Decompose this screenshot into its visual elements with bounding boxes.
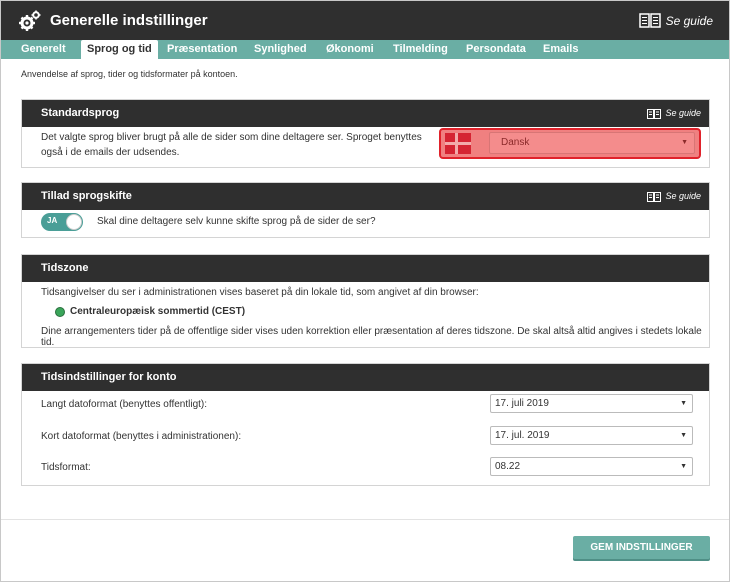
- tab-tilmelding[interactable]: Tilmelding: [393, 40, 448, 59]
- danish-flag-icon: [445, 133, 471, 154]
- standard-language-title: Standardsprog: [41, 107, 120, 119]
- tab-sprog-og-tid[interactable]: Sprog og tid: [81, 40, 158, 59]
- tab-generelt[interactable]: Generelt: [21, 40, 66, 59]
- timezone-status-icon: [55, 307, 65, 317]
- short-date-format-value: 17. jul. 2019: [495, 430, 550, 441]
- short-date-format-select[interactable]: 17. jul. 2019 ▼: [490, 426, 693, 445]
- language-switch-question: Skal dine deltagere selv kunne skifte sp…: [97, 216, 376, 227]
- tab-oekonomi[interactable]: Økonomi: [326, 40, 374, 59]
- time-settings-header: Tidsindstillinger for konto: [22, 364, 709, 391]
- toggle-knob: [66, 214, 82, 230]
- page-title: Generelle indstillinger: [50, 12, 208, 29]
- language-switch-header: Tillad sprogskifte Se guide: [22, 183, 709, 210]
- language-select-value: Dansk: [501, 137, 530, 148]
- language-switch-toggle[interactable]: JA: [41, 213, 83, 231]
- timezone-panel: Tidszone Tidsangivelser du ser i adminis…: [21, 254, 710, 348]
- time-settings-title: Tidsindstillinger for konto: [41, 371, 177, 383]
- time-format-label: Tidsformat:: [41, 462, 91, 473]
- tab-praesentation[interactable]: Præsentation: [167, 40, 237, 59]
- short-date-format-label: Kort datoformat (benyttes i administrati…: [41, 431, 242, 442]
- timezone-title: Tidszone: [41, 262, 89, 274]
- chevron-down-icon: ▼: [680, 400, 687, 407]
- language-switch-guide-label: Se guide: [665, 191, 701, 201]
- standard-language-guide-link[interactable]: Se guide: [647, 100, 701, 127]
- header-guide-link[interactable]: Se guide: [638, 13, 713, 29]
- chevron-down-icon: ▼: [680, 432, 687, 439]
- long-date-format-label: Langt datoformat (benyttes offentligt):: [41, 399, 208, 410]
- language-switch-panel: Tillad sprogskifte Se guide JA Skal dine…: [21, 182, 710, 238]
- language-switch-guide-link[interactable]: Se guide: [647, 183, 701, 210]
- book-icon: [638, 13, 661, 28]
- book-icon: [647, 191, 662, 202]
- title-bar: Generelle indstillinger Se guide: [1, 1, 729, 40]
- tab-bar: Generelt Sprog og tid Præsentation Synli…: [1, 40, 729, 59]
- tab-synlighed[interactable]: Synlighed: [254, 40, 307, 59]
- time-settings-panel: Tidsindstillinger for konto Langt datofo…: [21, 363, 710, 486]
- book-icon: [647, 108, 662, 119]
- toggle-label: JA: [47, 216, 58, 225]
- long-date-format-select[interactable]: 17. juli 2019 ▼: [490, 394, 693, 413]
- standard-language-panel: Standardsprog Se guide Det valgte sprog …: [21, 99, 710, 168]
- chevron-down-icon: ▼: [680, 463, 687, 470]
- tab-emails[interactable]: Emails: [543, 40, 578, 59]
- chevron-down-icon: ▼: [681, 139, 688, 146]
- footer-divider: [1, 519, 729, 520]
- tab-persondata[interactable]: Persondata: [466, 40, 526, 59]
- header-guide-label: Se guide: [665, 14, 713, 28]
- language-select[interactable]: Dansk ▼: [489, 132, 695, 154]
- timezone-header: Tidszone: [22, 255, 709, 282]
- language-selector-highlight: Dansk ▼: [439, 128, 701, 159]
- timezone-info-line2: Dine arrangementers tider på de offentli…: [41, 326, 702, 348]
- page-description: Anvendelse af sprog, tider og tidsformat…: [21, 69, 238, 79]
- long-date-format-value: 17. juli 2019: [495, 398, 549, 409]
- time-format-value: 08.22: [495, 461, 521, 472]
- language-switch-title: Tillad sprogskifte: [41, 190, 132, 202]
- gears-icon: [19, 10, 41, 31]
- standard-language-description: Det valgte sprog bliver brugt på alle de…: [41, 132, 422, 158]
- timezone-info-line1: Tidsangivelser du ser i administrationen…: [41, 287, 479, 298]
- timezone-name: Centraleuropæisk sommertid (CEST): [70, 306, 246, 317]
- standard-language-header: Standardsprog Se guide: [22, 100, 709, 127]
- save-settings-button[interactable]: GEM INDSTILLINGER: [573, 536, 710, 559]
- standard-language-guide-label: Se guide: [665, 108, 701, 118]
- time-format-select[interactable]: 08.22 ▼: [490, 457, 693, 476]
